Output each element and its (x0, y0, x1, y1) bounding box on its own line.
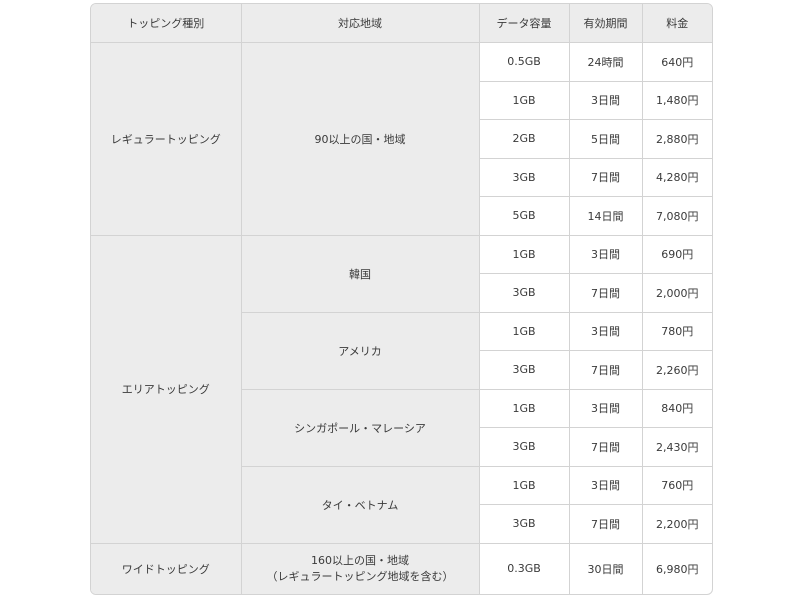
price-cell: 2,000円 (642, 273, 712, 313)
data-cell: 0.3GB (479, 543, 570, 594)
price-cell: 4,280円 (642, 158, 712, 197)
table-row: エリアトッピング 韓国 1GB 3日間 690円 (91, 235, 712, 544)
period-cell: 3日間 (569, 389, 643, 428)
region-wide: 160以上の国・地域 （レギュラートッピング地域を含む） (241, 543, 480, 594)
region-regular: 90以上の国・地域 (241, 42, 480, 236)
period-cell: 7日間 (569, 158, 643, 197)
period-cell: 7日間 (569, 273, 643, 313)
period-cell: 30日間 (569, 543, 643, 594)
price-cell: 6,980円 (656, 562, 699, 576)
region-wide-line2: （レギュラートッピング地域を含む） (266, 569, 454, 583)
price-cell: 1,480円 (642, 81, 712, 120)
region-wide-line1: 160以上の国・地域 (311, 553, 409, 567)
price-cell: 840円 (642, 389, 712, 428)
price-cell: 2,880円 (642, 119, 712, 159)
header-topping-type: トッピング種別 (91, 4, 242, 43)
region-singapore-malaysia: シンガポール・マレーシア (241, 389, 480, 467)
topping-price-table: トッピング種別 対応地域 データ容量 有効期間 料金 レギュラートッピング 90… (91, 4, 712, 594)
header-data-capacity: データ容量 (479, 4, 570, 43)
region-korea: 韓国 (241, 235, 480, 313)
header-price: 料金 (642, 4, 712, 43)
header-validity-period: 有効期間 (569, 4, 643, 43)
data-cell: 1GB (479, 81, 570, 120)
header-region: 対応地域 (241, 4, 480, 43)
topping-price-table-container: トッピング種別 対応地域 データ容量 有効期間 料金 レギュラートッピング 90… (90, 3, 713, 595)
data-cell: 0.5GB (479, 42, 570, 82)
data-cell: 3GB (479, 504, 570, 544)
data-cell: 2GB (479, 119, 570, 159)
period-cell: 24時間 (569, 42, 643, 82)
data-cell: 3GB (479, 350, 570, 390)
price-cell: 760円 (642, 466, 712, 505)
period-cell: 7日間 (569, 504, 643, 544)
region-thailand-vietnam: タイ・ベトナム (241, 466, 480, 544)
period-cell: 3日間 (569, 312, 643, 351)
data-cell: 3GB (479, 273, 570, 313)
period-cell: 14日間 (569, 196, 643, 236)
table-row: ワイドトッピング 160以上の国・地域 （レギュラートッピング地域を含む） 0.… (91, 543, 712, 594)
price-cell: 2,260円 (642, 350, 712, 390)
price-cell: 2,430円 (642, 427, 712, 467)
data-cell: 1GB (479, 312, 570, 351)
price-cell: 690円 (642, 235, 712, 274)
period-cell: 5日間 (569, 119, 643, 159)
period-cell: 3日間 (569, 81, 643, 120)
data-cell: 5GB (479, 196, 570, 236)
topping-type-wide: ワイドトッピング (91, 543, 242, 594)
table-header-row: トッピング種別 対応地域 データ容量 有効期間 料金 (91, 4, 712, 43)
topping-type-area: エリアトッピング (91, 235, 242, 544)
period-cell: 7日間 (569, 427, 643, 467)
price-cell: 780円 (642, 312, 712, 351)
period-cell: 3日間 (569, 466, 643, 505)
topping-type-regular: レギュラートッピング (91, 42, 242, 236)
price-cell: 640円 (642, 42, 712, 82)
data-cell: 1GB (479, 389, 570, 428)
region-america: アメリカ (241, 312, 480, 390)
price-cell: 2,200円 (642, 504, 712, 544)
data-cell: 1GB (479, 466, 570, 505)
table-row: レギュラートッピング 90以上の国・地域 0.5GB 24時間 640円 (91, 42, 712, 236)
period-cell: 7日間 (569, 350, 643, 390)
period-cell: 3日間 (569, 235, 643, 274)
data-cell: 3GB (479, 427, 570, 467)
price-cell: 7,080円 (642, 196, 712, 236)
data-cell: 1GB (479, 235, 570, 274)
data-cell: 3GB (479, 158, 570, 197)
